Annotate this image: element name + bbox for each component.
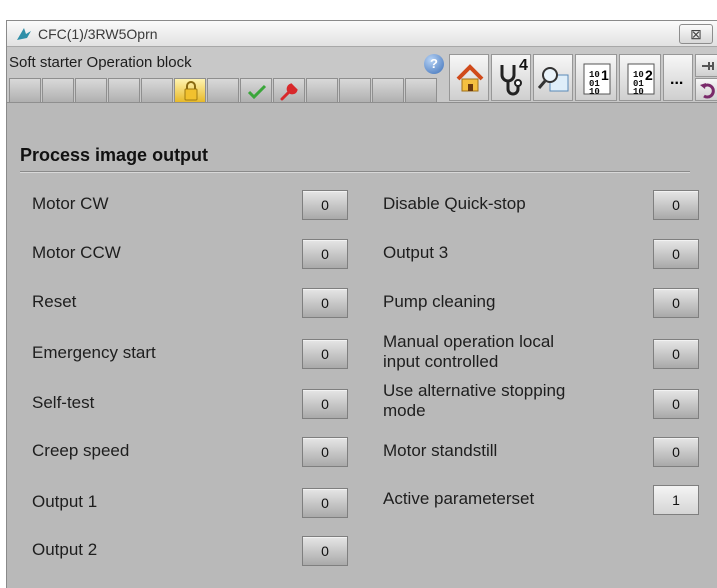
- wrench-icon: [280, 83, 298, 101]
- more-button[interactable]: ...: [663, 54, 693, 101]
- magnifier-icon: [537, 67, 569, 92]
- undo-button[interactable]: [695, 78, 717, 101]
- status-led: [306, 78, 338, 103]
- bird-icon: [17, 28, 31, 40]
- status-led: [75, 78, 107, 103]
- output-label-pump-cleaning: Pump cleaning: [383, 292, 496, 311]
- more-label: ...: [670, 71, 684, 88]
- output-label-motor-cw: Motor CW: [32, 194, 109, 213]
- status-led: [405, 78, 437, 103]
- home-icon: [456, 64, 484, 92]
- lock-icon: [184, 81, 198, 101]
- close-button[interactable]: ⊠: [679, 24, 713, 44]
- output-label-motor-ccw: Motor CCW: [32, 243, 121, 262]
- connect-button[interactable]: [695, 54, 717, 77]
- output-value-output-3[interactable]: 0: [653, 239, 699, 269]
- status-led: [42, 78, 74, 103]
- section-divider: [20, 171, 690, 172]
- plug-icon: [702, 62, 714, 70]
- status-led: [372, 78, 404, 103]
- block-title: Soft starter Operation block: [9, 54, 192, 71]
- counter-1-number: 1: [601, 67, 609, 83]
- counter-1-bit-2: 10: [589, 87, 600, 97]
- output-value-output-1[interactable]: 0: [302, 488, 348, 518]
- fault-status-led: [273, 78, 305, 103]
- output-label-self-test: Self-test: [32, 393, 95, 412]
- operation-block-window: CFC(1)/3RW5Oprn ⊠ Soft starter Operation…: [6, 20, 717, 588]
- output-value-manual-operation[interactable]: 0: [653, 339, 699, 369]
- status-led: [207, 78, 239, 103]
- output-label-alternative-stopping-line1: Use alternative stopping: [383, 381, 566, 400]
- output-label-active-parameterset: Active parameterset: [383, 489, 535, 508]
- window-title: CFC(1)/3RW5Oprn: [38, 26, 158, 42]
- output-label-manual-operation-line1: Manual operation local: [383, 332, 555, 351]
- output-label-alternative-stopping-line2: mode: [383, 401, 426, 420]
- output-value-pump-cleaning[interactable]: 0: [653, 288, 699, 318]
- output-value-self-test[interactable]: 0: [302, 389, 348, 419]
- output-label-creep-speed: Creep speed: [32, 441, 130, 460]
- status-led: [339, 78, 371, 103]
- home-button[interactable]: [449, 54, 489, 101]
- search-button[interactable]: [533, 54, 573, 101]
- output-value-creep-speed[interactable]: 0: [302, 437, 348, 467]
- output-value-motor-ccw[interactable]: 0: [302, 239, 348, 269]
- output-value-disable-quick-stop[interactable]: 0: [653, 190, 699, 220]
- output-label-manual-operation-line2: input controlled: [383, 352, 499, 371]
- counter-1-button[interactable]: 10 01 10 1: [575, 54, 617, 101]
- status-led-row: [9, 78, 439, 103]
- diagnostics-button[interactable]: 4: [491, 54, 531, 101]
- output-value-active-parameterset[interactable]: 1: [653, 485, 699, 515]
- output-value-output-2[interactable]: 0: [302, 536, 348, 566]
- undo-icon: [700, 83, 715, 99]
- output-value-emergency-start[interactable]: 0: [302, 339, 348, 369]
- help-icon[interactable]: ?: [424, 54, 444, 74]
- check-icon: [247, 84, 267, 100]
- counter-2-button[interactable]: 10 01 10 2: [619, 54, 661, 101]
- counter-2-bit-2: 10: [633, 87, 644, 97]
- output-value-motor-standstill[interactable]: 0: [653, 437, 699, 467]
- output-value-reset[interactable]: 0: [302, 288, 348, 318]
- output-label-reset: Reset: [32, 292, 77, 311]
- output-label-disable-quick-stop: Disable Quick-stop: [383, 194, 526, 213]
- status-led: [9, 78, 41, 103]
- section-title: Process image output: [20, 145, 209, 165]
- output-label-emergency-start: Emergency start: [32, 343, 156, 362]
- output-label-output-3: Output 3: [383, 243, 449, 262]
- status-led: [108, 78, 140, 103]
- output-label-output-1: Output 1: [32, 492, 98, 511]
- output-value-alternative-stopping[interactable]: 0: [653, 389, 699, 419]
- stethoscope-count: 4: [519, 57, 528, 74]
- title-bar: CFC(1)/3RW5Oprn ⊠: [7, 21, 717, 47]
- output-value-motor-cw[interactable]: 0: [302, 190, 348, 220]
- status-led: [141, 78, 173, 103]
- output-label-output-2: Output 2: [32, 540, 98, 559]
- output-label-motor-standstill: Motor standstill: [383, 441, 498, 460]
- ok-status-led: [240, 78, 272, 103]
- lock-status-led: [174, 78, 206, 103]
- counter-2-number: 2: [645, 67, 653, 83]
